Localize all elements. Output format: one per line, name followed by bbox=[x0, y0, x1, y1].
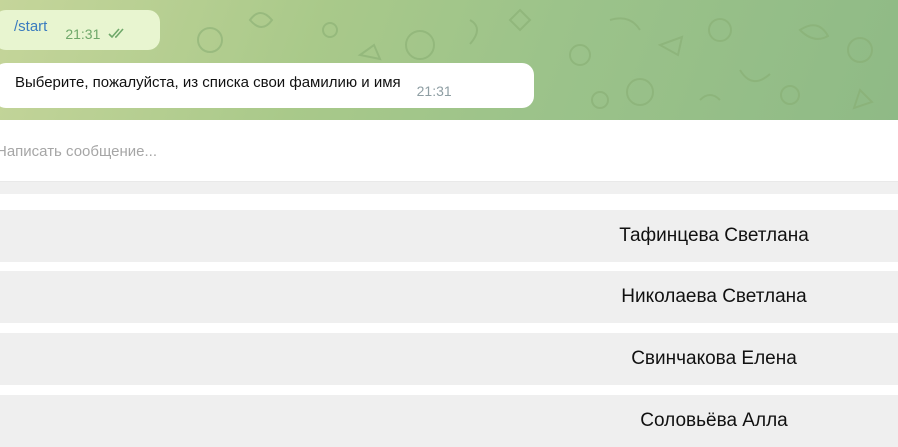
keyboard-button-svinchakova[interactable]: Свинчакова Елена bbox=[0, 333, 898, 385]
outgoing-message: /start 21:31 bbox=[0, 10, 160, 50]
double-check-icon bbox=[108, 26, 126, 43]
keyboard-button-label: Тафинцева Светлана bbox=[619, 225, 809, 246]
message-time: 21:31 bbox=[65, 26, 101, 42]
reply-keyboard: Тафинцева Светлана Николаева Светлана Св… bbox=[0, 182, 898, 447]
keyboard-button-label: Николаева Светлана bbox=[621, 286, 807, 307]
keyboard-button-label: Свинчакова Елена bbox=[631, 348, 797, 369]
keyboard-button-tafintseva[interactable]: Тафинцева Светлана bbox=[0, 210, 898, 262]
keyboard-top-divider bbox=[0, 182, 898, 194]
message-time: 21:31 bbox=[416, 82, 452, 99]
message-input[interactable] bbox=[0, 141, 596, 161]
keyboard-button-solovyova[interactable]: Соловьёва Алла bbox=[0, 395, 898, 447]
chat-history: /start 21:31 Выберите, пожалуйста, из сп… bbox=[0, 0, 898, 120]
incoming-message: Выберите, пожалуйста, из списка свои фам… bbox=[0, 63, 534, 108]
keyboard-button-label: Соловьёва Алла bbox=[640, 410, 788, 431]
start-command-link[interactable]: /start bbox=[14, 18, 47, 35]
message-text: Выберите, пожалуйста, из списка свои фам… bbox=[15, 74, 401, 91]
keyboard-button-nikolaeva[interactable]: Николаева Светлана bbox=[0, 271, 898, 323]
message-composer bbox=[0, 120, 898, 182]
